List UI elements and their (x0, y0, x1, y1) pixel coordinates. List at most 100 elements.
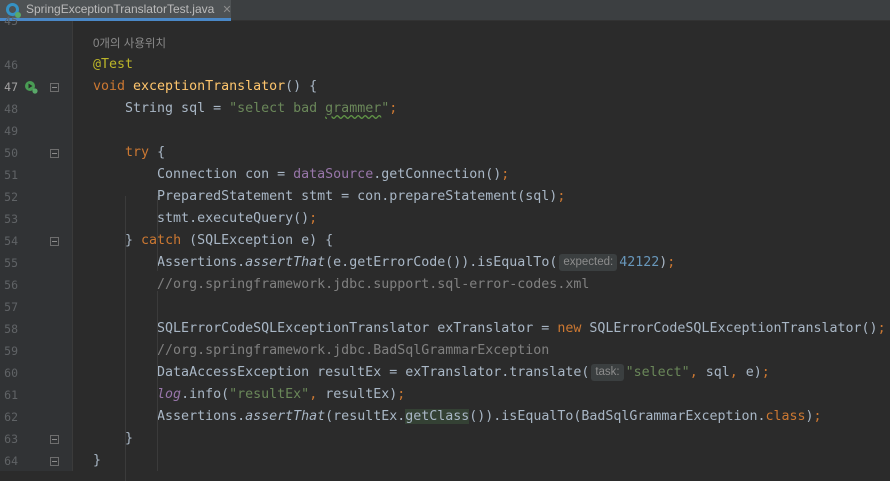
code-token: sql (705, 365, 730, 380)
line-number: 64 (4, 454, 18, 468)
code-token: new (557, 321, 590, 336)
code-token: "resultEx" (229, 387, 310, 402)
code-text: Assertions.assertThat(resultEx.getClass(… (93, 406, 822, 428)
line-number: 63 (4, 432, 18, 446)
code-token: ()).isEqualTo(BadSqlGrammarException. (469, 409, 766, 424)
code-token: Assertions. (93, 409, 246, 424)
parameter-hint: expected: (559, 254, 618, 271)
code-token: () { (285, 79, 318, 94)
code-token: e) (745, 365, 762, 380)
code-line[interactable]: 53 stmt.executeQuery(); (0, 208, 890, 230)
code-token: grammer (325, 101, 382, 116)
code-line[interactable]: 50 try { (0, 142, 890, 164)
code-line[interactable]: 54 } catch (SQLException e) { (0, 230, 890, 252)
code-token: ) (805, 409, 814, 424)
code-line[interactable]: 60 DataAccessException resultEx = exTran… (0, 362, 890, 384)
code-token: (SQLException e) { (189, 233, 334, 248)
fold-marker-icon[interactable] (50, 457, 59, 466)
code-line[interactable]: 63 } (0, 428, 890, 450)
fold-marker-icon[interactable] (50, 83, 59, 92)
line-number: 54 (4, 234, 18, 248)
code-token: resultEx) (325, 387, 398, 402)
code-line[interactable]: 52 PreparedStatement stmt = con.prepareS… (0, 186, 890, 208)
code-token: Assertions. (93, 255, 246, 270)
code-token: ; (761, 365, 770, 380)
fold-marker-icon[interactable] (50, 149, 59, 158)
code-line[interactable]: 61 log.info("resultEx", resultEx); (0, 384, 890, 406)
code-token: ; (397, 387, 406, 402)
code-token: ; (557, 189, 566, 204)
line-number: 58 (4, 322, 18, 336)
code-token: .getConnection() (373, 167, 502, 182)
code-line[interactable]: 45 (0, 10, 890, 32)
code-token: (resultEx. (325, 409, 406, 424)
code-line[interactable]: 46 @Test (0, 54, 890, 76)
code-token: , (729, 365, 746, 380)
code-text: void exceptionTranslator() { (93, 76, 317, 98)
fold-marker-icon[interactable] (50, 435, 59, 444)
code-text: //org.springframework.jdbc.support.sql-e… (93, 274, 589, 296)
code-token: ; (501, 167, 510, 182)
code-line[interactable]: 51 Connection con = dataSource.getConnec… (0, 164, 890, 186)
code-text: DataAccessException resultEx = exTransla… (93, 362, 770, 384)
line-number: 46 (4, 58, 18, 72)
code-text: } (93, 450, 101, 472)
code-line[interactable]: 57 (0, 296, 890, 318)
code-token: //org.springframework.jdbc.support.sql-e… (93, 277, 590, 292)
code-text: log.info("resultEx", resultEx); (93, 384, 405, 406)
usages-hint[interactable]: 0개의 사용위치 (93, 33, 166, 55)
parameter-hint: task: (591, 364, 624, 381)
code-text: @Test (93, 54, 133, 76)
code-token: ; (309, 211, 318, 226)
code-token: ; (813, 409, 822, 424)
code-token: exceptionTranslator (133, 79, 286, 94)
indent-guide (125, 196, 126, 271)
code-token: } (93, 431, 134, 446)
code-token: String sql = (93, 101, 230, 116)
code-token: catch (141, 233, 190, 248)
code-text: String sql = "select bad grammer"; (93, 98, 397, 120)
code-token: //org.springframework.jdbc.BadSqlGrammar… (93, 343, 550, 358)
code-line[interactable]: 62 Assertions.assertThat(resultEx.getCla… (0, 406, 890, 428)
code-line[interactable]: 55 Assertions.assertThat(e.getErrorCode(… (0, 252, 890, 274)
code-token: class (765, 409, 806, 424)
indent-guide (157, 291, 158, 471)
code-text: try { (93, 142, 165, 164)
code-text: PreparedStatement stmt = con.prepareStat… (93, 186, 565, 208)
code-token: ; (667, 255, 676, 270)
line-number: 51 (4, 168, 18, 182)
line-number: 48 (4, 102, 18, 116)
line-number: 57 (4, 300, 18, 314)
code-text: SQLErrorCodeSQLExceptionTranslator exTra… (93, 318, 886, 340)
indent-guide (125, 271, 126, 481)
code-text: Connection con = dataSource.getConnectio… (93, 164, 509, 186)
code-token: .info( (181, 387, 230, 402)
fold-marker-icon[interactable] (50, 237, 59, 246)
code-text: //org.springframework.jdbc.BadSqlGrammar… (93, 340, 549, 362)
line-number: 61 (4, 388, 18, 402)
run-test-icon[interactable] (24, 80, 38, 94)
code-token: try (125, 145, 150, 160)
code-line[interactable]: 49 (0, 120, 890, 142)
indent-guide (157, 196, 158, 271)
code-token: dataSource (293, 167, 374, 182)
code-token: Connection con = (93, 167, 294, 182)
code-line[interactable]: 59 //org.springframework.jdbc.BadSqlGram… (0, 340, 890, 362)
code-token: 42122 (619, 255, 660, 270)
code-line[interactable]: 58 SQLErrorCodeSQLExceptionTranslator ex… (0, 318, 890, 340)
code-token: , (309, 387, 326, 402)
code-token: "select" (625, 365, 690, 380)
code-line[interactable]: 56 //org.springframework.jdbc.support.sq… (0, 274, 890, 296)
code-token: } (93, 233, 142, 248)
code-token: @Test (93, 57, 134, 72)
code-token: assertThat (245, 255, 326, 270)
code-token: SQLErrorCodeSQLExceptionTranslator exTra… (93, 321, 558, 336)
code-line[interactable]: 64} (0, 450, 890, 472)
code-line[interactable]: 47 void exceptionTranslator() { (0, 76, 890, 98)
code-token: ; (877, 321, 886, 336)
code-token: ; (389, 101, 398, 116)
code-token: getClass (405, 409, 470, 424)
code-line[interactable]: 48 String sql = "select bad grammer"; (0, 98, 890, 120)
line-number: 53 (4, 212, 18, 226)
